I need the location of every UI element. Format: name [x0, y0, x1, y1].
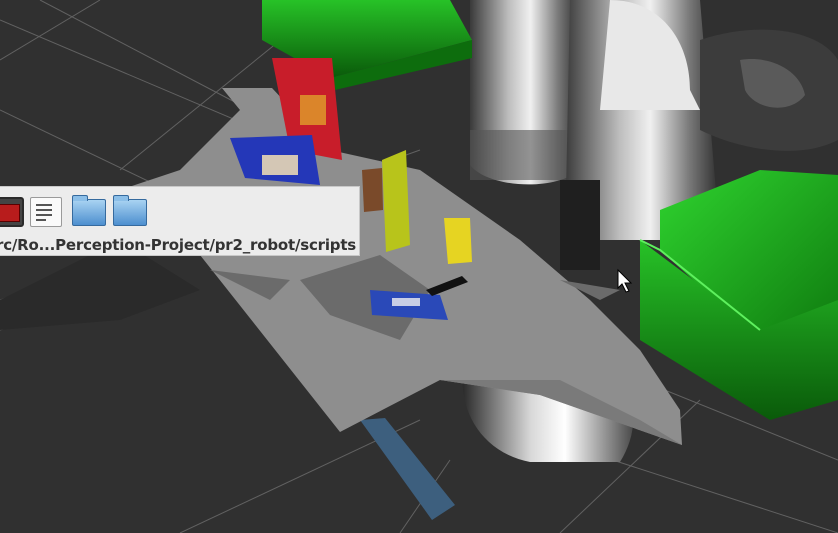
folder-icon[interactable]	[72, 195, 106, 226]
folder-icon[interactable]	[113, 195, 147, 226]
terminal-icon[interactable]	[0, 197, 24, 227]
floor-stripe	[360, 418, 455, 520]
file-tooltip: rc/Ro...Perception-Project/pr2_robot/scr…	[0, 186, 360, 256]
book-object	[382, 150, 410, 252]
path-label: rc/Ro...Perception-Project/pr2_robot/scr…	[0, 236, 357, 254]
robot-column-dark	[560, 180, 600, 270]
3d-viewport[interactable]	[0, 0, 838, 533]
text-editor-icon[interactable]	[30, 197, 62, 227]
glue-object	[362, 168, 383, 212]
sticky-notes-object	[444, 218, 472, 264]
arrow-cursor-icon	[617, 268, 633, 293]
